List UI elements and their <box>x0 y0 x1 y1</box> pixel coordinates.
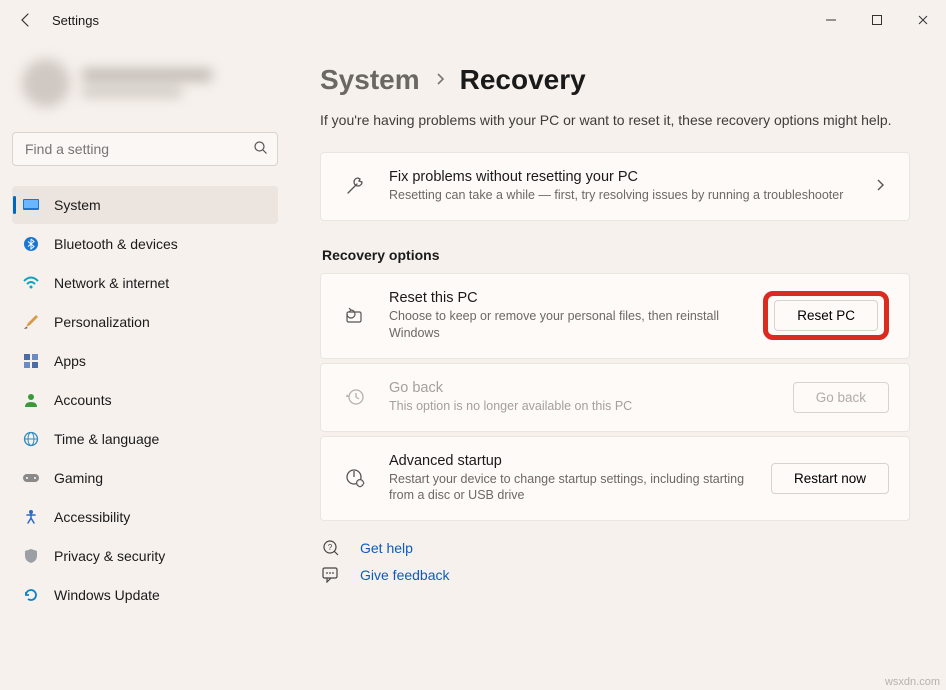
titlebar: Settings <box>0 0 946 40</box>
get-help-row: ? Get help <box>320 539 910 557</box>
reset-pc-icon <box>341 306 369 326</box>
sidebar-item-system[interactable]: System <box>12 186 278 224</box>
sidebar-item-windows-update[interactable]: Windows Update <box>12 576 278 614</box>
sidebar-item-label: Accessibility <box>54 509 130 525</box>
system-icon <box>22 196 40 214</box>
give-feedback-link[interactable]: Give feedback <box>360 567 450 583</box>
card-subtitle: Restart your device to change startup se… <box>389 471 751 505</box>
sidebar-item-label: Gaming <box>54 470 103 486</box>
sidebar-item-privacy[interactable]: Privacy & security <box>12 537 278 575</box>
feedback-icon <box>322 567 344 583</box>
search-input[interactable] <box>12 132 278 166</box>
sidebar-item-label: Personalization <box>54 314 150 330</box>
chevron-right-icon <box>875 178 889 195</box>
card-title: Advanced startup <box>389 453 751 469</box>
svg-text:?: ? <box>328 543 333 552</box>
card-title: Go back <box>389 380 773 396</box>
card-subtitle: This option is no longer available on th… <box>389 398 773 415</box>
sidebar: System Bluetooth & devices Network & int… <box>0 40 290 690</box>
card-subtitle: Choose to keep or remove your personal f… <box>389 308 743 342</box>
breadcrumb-parent[interactable]: System <box>320 64 420 96</box>
sidebar-item-label: Privacy & security <box>54 548 165 564</box>
sidebar-item-accessibility[interactable]: Accessibility <box>12 498 278 536</box>
sidebar-item-label: Apps <box>54 353 86 369</box>
sidebar-item-label: Accounts <box>54 392 112 408</box>
paintbrush-icon <box>22 313 40 331</box>
watermark: wsxdn.com <box>885 676 940 688</box>
minimize-button[interactable] <box>808 0 854 40</box>
fix-problems-card[interactable]: Fix problems without resetting your PC R… <box>320 152 910 221</box>
get-help-link[interactable]: Get help <box>360 540 413 556</box>
sidebar-item-bluetooth[interactable]: Bluetooth & devices <box>12 225 278 263</box>
sidebar-item-accounts[interactable]: Accounts <box>12 381 278 419</box>
go-back-card: Go back This option is no longer availab… <box>320 363 910 432</box>
gamepad-icon <box>22 469 40 487</box>
sidebar-item-network[interactable]: Network & internet <box>12 264 278 302</box>
window-controls <box>808 0 946 40</box>
sidebar-item-label: Network & internet <box>54 275 169 291</box>
go-back-button: Go back <box>793 382 889 413</box>
back-arrow-icon[interactable] <box>14 8 38 32</box>
sidebar-item-label: System <box>54 197 101 213</box>
card-title: Reset this PC <box>389 290 743 306</box>
shield-icon <box>22 547 40 565</box>
sidebar-item-personalization[interactable]: Personalization <box>12 303 278 341</box>
maximize-button[interactable] <box>854 0 900 40</box>
sidebar-item-label: Time & language <box>54 431 159 447</box>
search-field-wrap <box>12 132 278 166</box>
sidebar-item-gaming[interactable]: Gaming <box>12 459 278 497</box>
bluetooth-icon <box>22 235 40 253</box>
breadcrumb: System Recovery <box>320 64 910 96</box>
apps-icon <box>22 352 40 370</box>
restart-now-button[interactable]: Restart now <box>771 463 889 494</box>
globe-clock-icon <box>22 430 40 448</box>
highlight-annotation: Reset PC <box>763 291 889 340</box>
wifi-icon <box>22 274 40 292</box>
sidebar-item-label: Windows Update <box>54 587 160 603</box>
window-title: Settings <box>52 13 99 28</box>
main-content: System Recovery If you're having problem… <box>290 40 946 690</box>
reset-pc-button[interactable]: Reset PC <box>774 300 878 331</box>
page-title: Recovery <box>460 64 586 96</box>
update-icon <box>22 586 40 604</box>
search-icon <box>253 140 268 158</box>
section-header: Recovery options <box>322 247 910 263</box>
sidebar-item-time-language[interactable]: Time & language <box>12 420 278 458</box>
help-icon: ? <box>322 539 344 557</box>
power-gear-icon <box>341 467 369 489</box>
sidebar-item-label: Bluetooth & devices <box>54 236 178 252</box>
give-feedback-row: Give feedback <box>320 567 910 583</box>
card-subtitle: Resetting can take a while — first, try … <box>389 187 855 204</box>
person-icon <box>22 391 40 409</box>
page-description: If you're having problems with your PC o… <box>320 112 910 128</box>
sidebar-item-apps[interactable]: Apps <box>12 342 278 380</box>
advanced-startup-card: Advanced startup Restart your device to … <box>320 436 910 522</box>
history-icon <box>341 386 369 408</box>
close-button[interactable] <box>900 0 946 40</box>
wrench-icon <box>341 175 369 197</box>
user-profile[interactable] <box>12 40 278 126</box>
chevron-right-icon <box>434 72 446 89</box>
accessibility-icon <box>22 508 40 526</box>
card-title: Fix problems without resetting your PC <box>389 169 855 185</box>
reset-pc-card: Reset this PC Choose to keep or remove y… <box>320 273 910 359</box>
